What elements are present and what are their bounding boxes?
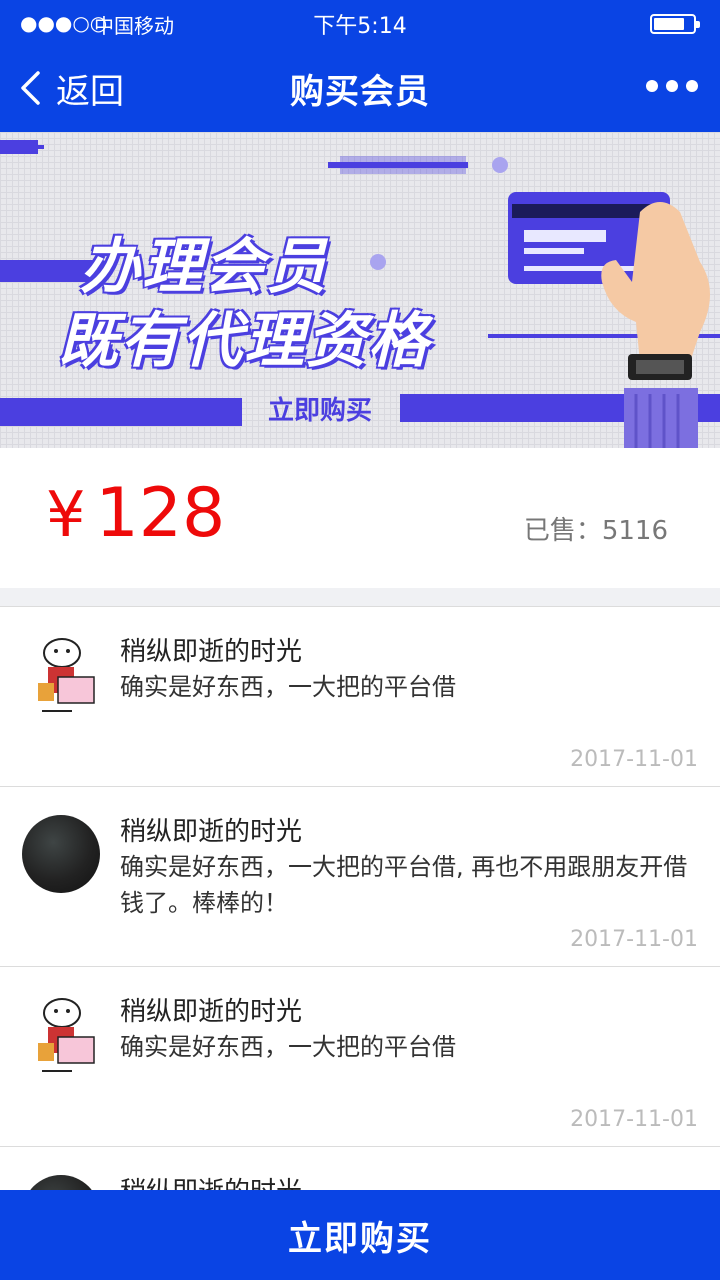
status-bar: ●●●○○ 中国移动 下午5:14 — [0, 8, 720, 39]
more-menu-icon[interactable] — [646, 80, 698, 92]
price-section: ¥ 128 已售：5116 — [0, 448, 720, 588]
price-value: 128 — [95, 474, 226, 553]
comment-item: 稍纵即逝的时光 确实是好东西，一大把的平台借 2017-11-01 — [0, 607, 720, 787]
comment-item: 稍纵即逝的时光 确实是好东西，一大把的平台借, 再也不用跟朋友开借钱了。棒棒的！… — [0, 787, 720, 967]
avatar — [22, 815, 100, 893]
comment-item: 稍纵即逝的时光 确实是好东西，一大把的平台借 2017-11-01 — [0, 967, 720, 1147]
currency-symbol: ¥ — [46, 478, 86, 551]
banner-buy-link[interactable]: 立即购买 — [250, 390, 390, 427]
banner-headline-2: 既有代理资格 — [58, 306, 430, 376]
comment-author: 稍纵即逝的时光 — [120, 997, 303, 1027]
cartoon-avatar-icon — [38, 998, 95, 1072]
cartoon-avatar-icon — [38, 638, 95, 712]
comment-text: 确实是好东西，一大把的平台借 — [120, 1033, 456, 1061]
comment-author: 稍纵即逝的时光 — [120, 817, 303, 847]
app-header: ●●●○○ 中国移动 下午5:14 返回 购买会员 — [0, 0, 720, 132]
nav-bar: 返回 购买会员 — [0, 56, 720, 120]
buy-now-button[interactable]: 立即购买 — [0, 1190, 720, 1280]
comment-date: 2017-11-01 — [570, 1107, 698, 1132]
promo-banner[interactable]: 办理会员 既有代理资格 立即购买 — [0, 132, 720, 448]
comment-text: 确实是好东西，一大把的平台借 — [120, 673, 456, 701]
page-title: 购买会员 — [290, 72, 430, 112]
comment-author: 稍纵即逝的时光 — [120, 637, 303, 667]
status-time: 下午5:14 — [313, 14, 407, 39]
battery-icon — [650, 14, 700, 34]
comment-date: 2017-11-01 — [570, 747, 698, 772]
avatar — [22, 995, 100, 1073]
avatar — [22, 635, 100, 713]
comment-list: 稍纵即逝的时光 确实是好东西，一大把的平台借 2017-11-01 稍纵即逝的时… — [0, 606, 720, 1280]
comment-text: 确实是好东西，一大把的平台借, 再也不用跟朋友开借钱了。棒棒的！ — [120, 853, 688, 917]
price: ¥ 128 — [46, 474, 225, 553]
comment-date: 2017-11-01 — [570, 927, 698, 952]
sold-count: 已售：5116 — [523, 516, 668, 546]
